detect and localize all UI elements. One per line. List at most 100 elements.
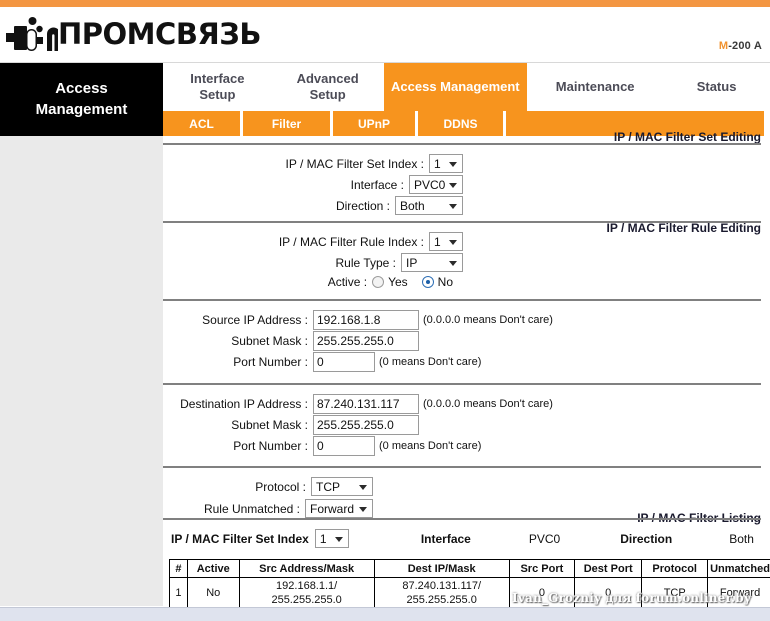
subtab-upnp-label: UPnP xyxy=(357,116,390,131)
active-label: Active : xyxy=(327,275,368,289)
col-num: # xyxy=(169,559,188,578)
listing-set-index-value: 1 xyxy=(319,531,327,546)
source-mask-input[interactable] xyxy=(313,331,419,351)
listing-interface-value: PVC0 xyxy=(528,531,561,546)
field-filter-set-index: IP / MAC Filter Set Index : 1 xyxy=(163,154,463,173)
field-rule-type: Rule Type : IP xyxy=(163,253,463,272)
plug-logo-icon xyxy=(6,17,58,51)
main-tabs: Interface Setup Advanced Setup Access Ma… xyxy=(163,63,770,111)
divider-5 xyxy=(163,466,761,468)
cell-src-line2: 255.255.255.0 xyxy=(271,593,342,606)
tab-advanced-setup-line2: Setup xyxy=(309,87,346,102)
field-interface: Interface : PVC0 xyxy=(163,175,463,194)
field-filter-rule-index: IP / MAC Filter Rule Index : 1 xyxy=(163,232,463,251)
cell-src-address: 192.168.1.1/ 255.255.255.0 xyxy=(238,577,375,611)
tab-advanced-setup[interactable]: Advanced Setup xyxy=(272,63,384,111)
subtab-acl-label: ACL xyxy=(189,116,214,131)
listing-set-index-label: IP / MAC Filter Set Index xyxy=(171,531,309,546)
tab-access-management[interactable]: Access Management xyxy=(383,63,528,111)
cell-dest-ip: 87.240.131.117/ 255.255.255.0 xyxy=(373,577,510,611)
top-accent-rule xyxy=(0,0,770,7)
source-port-hint: (0 means Don't care) xyxy=(379,356,482,368)
active-section-line1: Access xyxy=(55,80,108,98)
subtab-upnp[interactable]: UPnP xyxy=(333,111,418,136)
source-ip-input[interactable] xyxy=(313,310,419,330)
cell-dest-line2: 255.255.255.0 xyxy=(406,593,477,606)
divider-2 xyxy=(163,221,761,223)
filter-rule-index-select[interactable]: 1 xyxy=(429,232,463,251)
rule-unmatched-select[interactable]: Forward xyxy=(305,499,373,518)
subtab-filter[interactable]: Filter xyxy=(243,111,333,136)
subtab-acl[interactable]: ACL xyxy=(163,111,243,136)
field-dest-port: Port Number : (0 means Don't care) xyxy=(163,436,481,456)
gutter-label-set-editing: IP / MAC Filter Set Editing xyxy=(613,130,761,144)
protocol-select[interactable]: TCP xyxy=(311,477,373,496)
main-content: IP / MAC Filter Set Editing IP / MAC Fil… xyxy=(0,130,770,611)
col-protocol: Protocol xyxy=(641,559,709,578)
subtab-ddns-label: DDNS xyxy=(443,116,478,131)
source-ip-hint: (0.0.0.0 means Don't care) xyxy=(423,314,553,326)
col-src-port: Src Port xyxy=(508,559,576,578)
navigation: Access Management Interface Setup Advanc… xyxy=(0,63,770,136)
bottom-status-strip xyxy=(0,607,770,621)
direction-select[interactable]: Both xyxy=(395,196,463,215)
dest-port-label: Port Number : xyxy=(233,439,308,453)
dest-port-input[interactable] xyxy=(313,436,375,456)
direction-value: Both xyxy=(400,198,425,213)
divider-3 xyxy=(163,299,761,301)
interface-select[interactable]: PVC0 xyxy=(409,175,463,194)
filter-rule-index-value: 1 xyxy=(434,234,441,249)
active-section-banner: Access Management xyxy=(0,63,163,136)
table-header-row: # Active Src Address/Mask Dest IP/Mask S… xyxy=(169,559,770,578)
protocol-label: Protocol : xyxy=(255,479,306,494)
col-dest-port: Dest Port xyxy=(574,559,643,578)
tab-interface-setup-line1: Interface xyxy=(190,70,245,86)
dest-ip-hint: (0.0.0.0 means Don't care) xyxy=(423,398,553,410)
interface-value: PVC0 xyxy=(414,177,446,192)
divider-4 xyxy=(163,383,761,385)
active-yes-label: Yes xyxy=(388,275,408,289)
model-prefix: M xyxy=(718,40,729,52)
dest-mask-input[interactable] xyxy=(313,415,419,435)
filter-set-index-select[interactable]: 1 xyxy=(429,154,463,173)
divider-1 xyxy=(163,143,761,145)
cell-num: 1 xyxy=(169,577,188,611)
col-dest-ip: Dest IP/Mask xyxy=(373,559,510,578)
tab-interface-setup[interactable]: Interface Setup xyxy=(163,63,272,111)
subtab-filter-label: Filter xyxy=(271,116,302,131)
listing-direction-value: Both xyxy=(729,531,754,546)
tab-maintenance-label: Maintenance xyxy=(555,78,635,94)
model-suffix: -200 A xyxy=(728,40,762,52)
cell-active: No xyxy=(186,577,240,611)
field-dest-ip: Destination IP Address : (0.0.0.0 means … xyxy=(163,394,553,414)
dest-mask-label: Subnet Mask : xyxy=(231,418,308,432)
direction-label: Direction : xyxy=(335,198,390,213)
filter-set-index-label: IP / MAC Filter Set Index : xyxy=(285,156,425,171)
dest-ip-input[interactable] xyxy=(313,394,419,414)
brand-name: ПРОМСВЯЗЬ xyxy=(58,17,261,51)
section-gutter xyxy=(0,136,163,606)
tab-status[interactable]: Status xyxy=(663,63,770,111)
rule-type-select[interactable]: IP xyxy=(401,253,463,272)
field-rule-unmatched: Rule Unmatched : Forward xyxy=(163,499,373,518)
gutter-label-rule-editing: IP / MAC Filter Rule Editing xyxy=(606,221,761,235)
source-port-label: Port Number : xyxy=(233,355,308,369)
interface-label: Interface : xyxy=(350,177,404,192)
active-no-radio[interactable] xyxy=(421,276,434,288)
source-ip-label: Source IP Address : xyxy=(202,313,308,327)
active-yes-radio[interactable] xyxy=(372,276,385,288)
tab-advanced-setup-line1: Advanced xyxy=(296,70,359,86)
subtab-ddns[interactable]: DDNS xyxy=(418,111,506,136)
listing-set-index-select[interactable]: 1 xyxy=(314,529,349,548)
col-active: Active xyxy=(186,559,240,578)
active-section-line2: Management xyxy=(35,100,128,118)
rule-unmatched-label: Rule Unmatched : xyxy=(203,501,300,516)
source-mask-label: Subnet Mask : xyxy=(231,334,308,348)
active-no-label: No xyxy=(437,275,453,289)
field-direction: Direction : Both xyxy=(163,196,463,215)
router-admin-page: ПРОМСВЯЗЬ M-200 A Access Management Inte… xyxy=(0,0,770,621)
watermark-text: Ivan_Grozniy для forum.onliner.by xyxy=(512,591,752,605)
tab-access-management-label: Access Management xyxy=(391,78,520,94)
tab-maintenance[interactable]: Maintenance xyxy=(527,63,663,111)
source-port-input[interactable] xyxy=(313,352,375,372)
